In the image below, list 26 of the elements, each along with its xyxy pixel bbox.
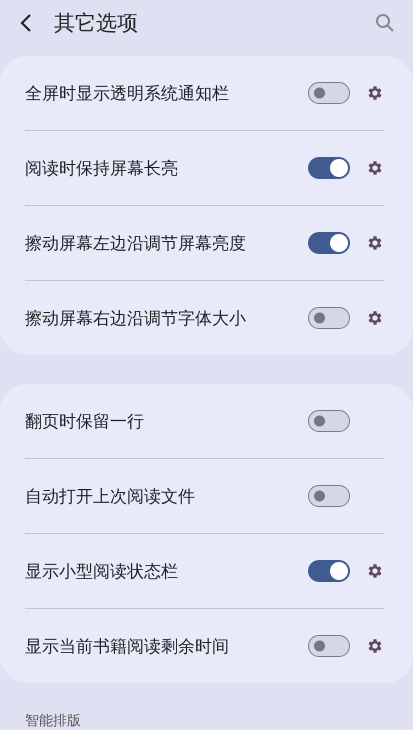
settings-icon[interactable] [366, 637, 384, 655]
toggle-switch[interactable] [308, 307, 350, 329]
toggle-switch[interactable] [308, 560, 350, 582]
toggle-switch[interactable] [308, 410, 350, 432]
search-icon[interactable] [375, 12, 395, 32]
setting-label: 翻页时保留一行 [25, 410, 145, 432]
settings-icon[interactable] [366, 84, 384, 102]
toggle-switch[interactable] [308, 635, 350, 657]
setting-label: 阅读时保持屏幕长亮 [25, 158, 179, 180]
page-title: 其它选项 [54, 10, 139, 36]
settings-icon[interactable] [366, 159, 384, 177]
setting-label: 擦动屏幕右边沿调节字体大小 [25, 308, 247, 330]
setting-label: 全屏时显示透明系统通知栏 [25, 82, 230, 104]
setting-label: 显示当前书籍阅读剩余时间 [25, 636, 230, 658]
setting-label: 擦动屏幕左边沿调节屏幕亮度 [25, 232, 247, 254]
section-title: 智能排版 [25, 712, 82, 730]
toggle-switch[interactable] [308, 157, 350, 179]
settings-icon[interactable] [366, 234, 384, 252]
setting-label: 自动打开上次阅读文件 [25, 486, 196, 508]
toggle-switch[interactable] [308, 485, 350, 507]
setting-label: 显示小型阅读状态栏 [25, 560, 179, 582]
settings-icon[interactable] [366, 562, 384, 580]
back-icon[interactable] [20, 12, 32, 32]
settings-icon[interactable] [366, 309, 384, 327]
toggle-switch[interactable] [308, 82, 350, 104]
toggle-switch[interactable] [308, 232, 350, 254]
